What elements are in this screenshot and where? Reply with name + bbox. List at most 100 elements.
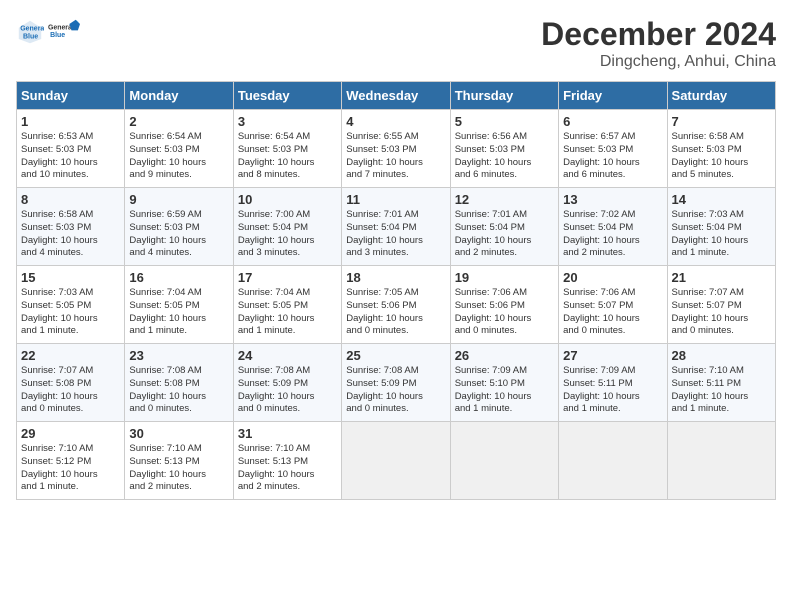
calendar-cell: 12 Sunrise: 7:01 AM Sunset: 5:04 PM Dayli… [450, 188, 558, 266]
day-number: 13 [563, 192, 662, 207]
header-wednesday: Wednesday [342, 82, 450, 110]
day-number: 22 [21, 348, 120, 363]
day-info: Sunrise: 6:53 AM Sunset: 5:03 PM Dayligh… [21, 131, 120, 182]
calendar-cell: 21Sunrise: 7:07 AM Sunset: 5:07 PM Dayli… [667, 266, 775, 344]
day-info: Sunrise: 6:57 AM Sunset: 5:03 PM Dayligh… [563, 131, 662, 182]
day-info: Sunrise: 6:59 AM Sunset: 5:03 PM Dayligh… [129, 209, 228, 260]
day-number: 28 [672, 348, 771, 363]
day-number: 31 [238, 426, 337, 441]
week-row-2: 8 Sunrise: 6:58 AM Sunset: 5:03 PM Daylig… [17, 188, 776, 266]
calendar-cell: 10 Sunrise: 7:00 AM Sunset: 5:04 PM Dayli… [233, 188, 341, 266]
calendar-cell: 8 Sunrise: 6:58 AM Sunset: 5:03 PM Daylig… [17, 188, 125, 266]
day-info: Sunrise: 7:06 AM Sunset: 5:06 PM Dayligh… [455, 287, 554, 338]
calendar-cell: 22 Sunrise: 7:07 AM Sunset: 5:08 PM Dayli… [17, 344, 125, 422]
svg-text:Blue: Blue [50, 32, 65, 39]
day-info: Sunrise: 7:01 AM Sunset: 5:04 PM Dayligh… [455, 209, 554, 260]
day-number: 10 [238, 192, 337, 207]
day-number: 12 [455, 192, 554, 207]
calendar-cell: 2 Sunrise: 6:54 AM Sunset: 5:03 PM Daylig… [125, 110, 233, 188]
day-info: Sunrise: 7:10 AM Sunset: 5:12 PM Dayligh… [21, 443, 120, 494]
calendar-cell: 29 Sunrise: 7:10 AM Sunset: 5:12 PM Dayli… [17, 422, 125, 500]
day-number: 2 [129, 114, 228, 129]
day-number: 14 [672, 192, 771, 207]
day-number: 8 [21, 192, 120, 207]
calendar-cell: 15 Sunrise: 7:03 AM Sunset: 5:05 PM Dayli… [17, 266, 125, 344]
logo-icon: General Blue [16, 18, 44, 46]
day-info: Sunrise: 6:56 AM Sunset: 5:03 PM Dayligh… [455, 131, 554, 182]
day-number: 1 [21, 114, 120, 129]
day-number: 17 [238, 270, 337, 285]
calendar-cell: 7Sunrise: 6:58 AM Sunset: 5:03 PM Daylig… [667, 110, 775, 188]
day-number: 6 [563, 114, 662, 129]
day-info: Sunrise: 7:09 AM Sunset: 5:11 PM Dayligh… [563, 365, 662, 416]
day-info: Sunrise: 7:05 AM Sunset: 5:06 PM Dayligh… [346, 287, 445, 338]
calendar-cell: 16 Sunrise: 7:04 AM Sunset: 5:05 PM Dayli… [125, 266, 233, 344]
day-number: 21 [672, 270, 771, 285]
day-info: Sunrise: 6:58 AM Sunset: 5:03 PM Dayligh… [672, 131, 771, 182]
location-title: Dingcheng, Anhui, China [541, 53, 776, 71]
day-number: 23 [129, 348, 228, 363]
day-info: Sunrise: 7:09 AM Sunset: 5:10 PM Dayligh… [455, 365, 554, 416]
calendar-cell: 24 Sunrise: 7:08 AM Sunset: 5:09 PM Dayli… [233, 344, 341, 422]
calendar-cell: 9 Sunrise: 6:59 AM Sunset: 5:03 PM Daylig… [125, 188, 233, 266]
title-block: December 2024 Dingcheng, Anhui, China [541, 16, 776, 71]
day-info: Sunrise: 7:02 AM Sunset: 5:04 PM Dayligh… [563, 209, 662, 260]
day-info: Sunrise: 7:04 AM Sunset: 5:05 PM Dayligh… [129, 287, 228, 338]
day-number: 16 [129, 270, 228, 285]
svg-text:Blue: Blue [23, 33, 38, 40]
calendar-cell: 18 Sunrise: 7:05 AM Sunset: 5:06 PM Dayli… [342, 266, 450, 344]
day-info: Sunrise: 7:07 AM Sunset: 5:08 PM Dayligh… [21, 365, 120, 416]
calendar-cell [667, 422, 775, 500]
calendar-cell: 5Sunrise: 6:56 AM Sunset: 5:03 PM Daylig… [450, 110, 558, 188]
logo: General Blue General Blue [16, 16, 80, 48]
day-info: Sunrise: 7:08 AM Sunset: 5:09 PM Dayligh… [238, 365, 337, 416]
calendar-cell [450, 422, 558, 500]
day-number: 29 [21, 426, 120, 441]
calendar-cell: 30 Sunrise: 7:10 AM Sunset: 5:13 PM Dayli… [125, 422, 233, 500]
calendar-cell: 6 Sunrise: 6:57 AM Sunset: 5:03 PM Daylig… [559, 110, 667, 188]
calendar-cell: 13 Sunrise: 7:02 AM Sunset: 5:04 PM Dayli… [559, 188, 667, 266]
calendar-cell: 27 Sunrise: 7:09 AM Sunset: 5:11 PM Dayli… [559, 344, 667, 422]
day-number: 4 [346, 114, 445, 129]
day-number: 19 [455, 270, 554, 285]
header-friday: Friday [559, 82, 667, 110]
day-number: 15 [21, 270, 120, 285]
general-blue-logo-graphic: General Blue [48, 16, 80, 48]
day-info: Sunrise: 7:10 AM Sunset: 5:13 PM Dayligh… [129, 443, 228, 494]
calendar-cell: 20Sunrise: 7:06 AM Sunset: 5:07 PM Dayli… [559, 266, 667, 344]
header-sunday: Sunday [17, 82, 125, 110]
day-info: Sunrise: 6:58 AM Sunset: 5:03 PM Dayligh… [21, 209, 120, 260]
week-row-5: 29 Sunrise: 7:10 AM Sunset: 5:12 PM Dayli… [17, 422, 776, 500]
week-row-1: 1 Sunrise: 6:53 AM Sunset: 5:03 PM Daylig… [17, 110, 776, 188]
day-number: 9 [129, 192, 228, 207]
day-number: 27 [563, 348, 662, 363]
calendar-cell: 19 Sunrise: 7:06 AM Sunset: 5:06 PM Dayli… [450, 266, 558, 344]
day-info: Sunrise: 6:54 AM Sunset: 5:03 PM Dayligh… [129, 131, 228, 182]
calendar-table: SundayMondayTuesdayWednesdayThursdayFrid… [16, 81, 776, 500]
calendar-cell: 14Sunrise: 7:03 AM Sunset: 5:04 PM Dayli… [667, 188, 775, 266]
svg-text:General: General [20, 26, 44, 33]
day-number: 30 [129, 426, 228, 441]
day-number: 3 [238, 114, 337, 129]
day-number: 24 [238, 348, 337, 363]
calendar-cell: 11Sunrise: 7:01 AM Sunset: 5:04 PM Dayli… [342, 188, 450, 266]
day-info: Sunrise: 7:04 AM Sunset: 5:05 PM Dayligh… [238, 287, 337, 338]
day-info: Sunrise: 7:01 AM Sunset: 5:04 PM Dayligh… [346, 209, 445, 260]
day-info: Sunrise: 7:03 AM Sunset: 5:05 PM Dayligh… [21, 287, 120, 338]
header-saturday: Saturday [667, 82, 775, 110]
calendar-cell: 31Sunrise: 7:10 AM Sunset: 5:13 PM Dayli… [233, 422, 341, 500]
header-tuesday: Tuesday [233, 82, 341, 110]
week-row-4: 22 Sunrise: 7:07 AM Sunset: 5:08 PM Dayli… [17, 344, 776, 422]
day-number: 26 [455, 348, 554, 363]
day-info: Sunrise: 7:10 AM Sunset: 5:11 PM Dayligh… [672, 365, 771, 416]
header-row: SundayMondayTuesdayWednesdayThursdayFrid… [17, 82, 776, 110]
day-info: Sunrise: 7:00 AM Sunset: 5:04 PM Dayligh… [238, 209, 337, 260]
calendar-cell [342, 422, 450, 500]
day-number: 20 [563, 270, 662, 285]
calendar-cell: 1 Sunrise: 6:53 AM Sunset: 5:03 PM Daylig… [17, 110, 125, 188]
calendar-cell: 17 Sunrise: 7:04 AM Sunset: 5:05 PM Dayli… [233, 266, 341, 344]
day-number: 18 [346, 270, 445, 285]
page-header: General Blue General Blue December 2024 … [16, 16, 776, 71]
day-info: Sunrise: 6:55 AM Sunset: 5:03 PM Dayligh… [346, 131, 445, 182]
header-monday: Monday [125, 82, 233, 110]
